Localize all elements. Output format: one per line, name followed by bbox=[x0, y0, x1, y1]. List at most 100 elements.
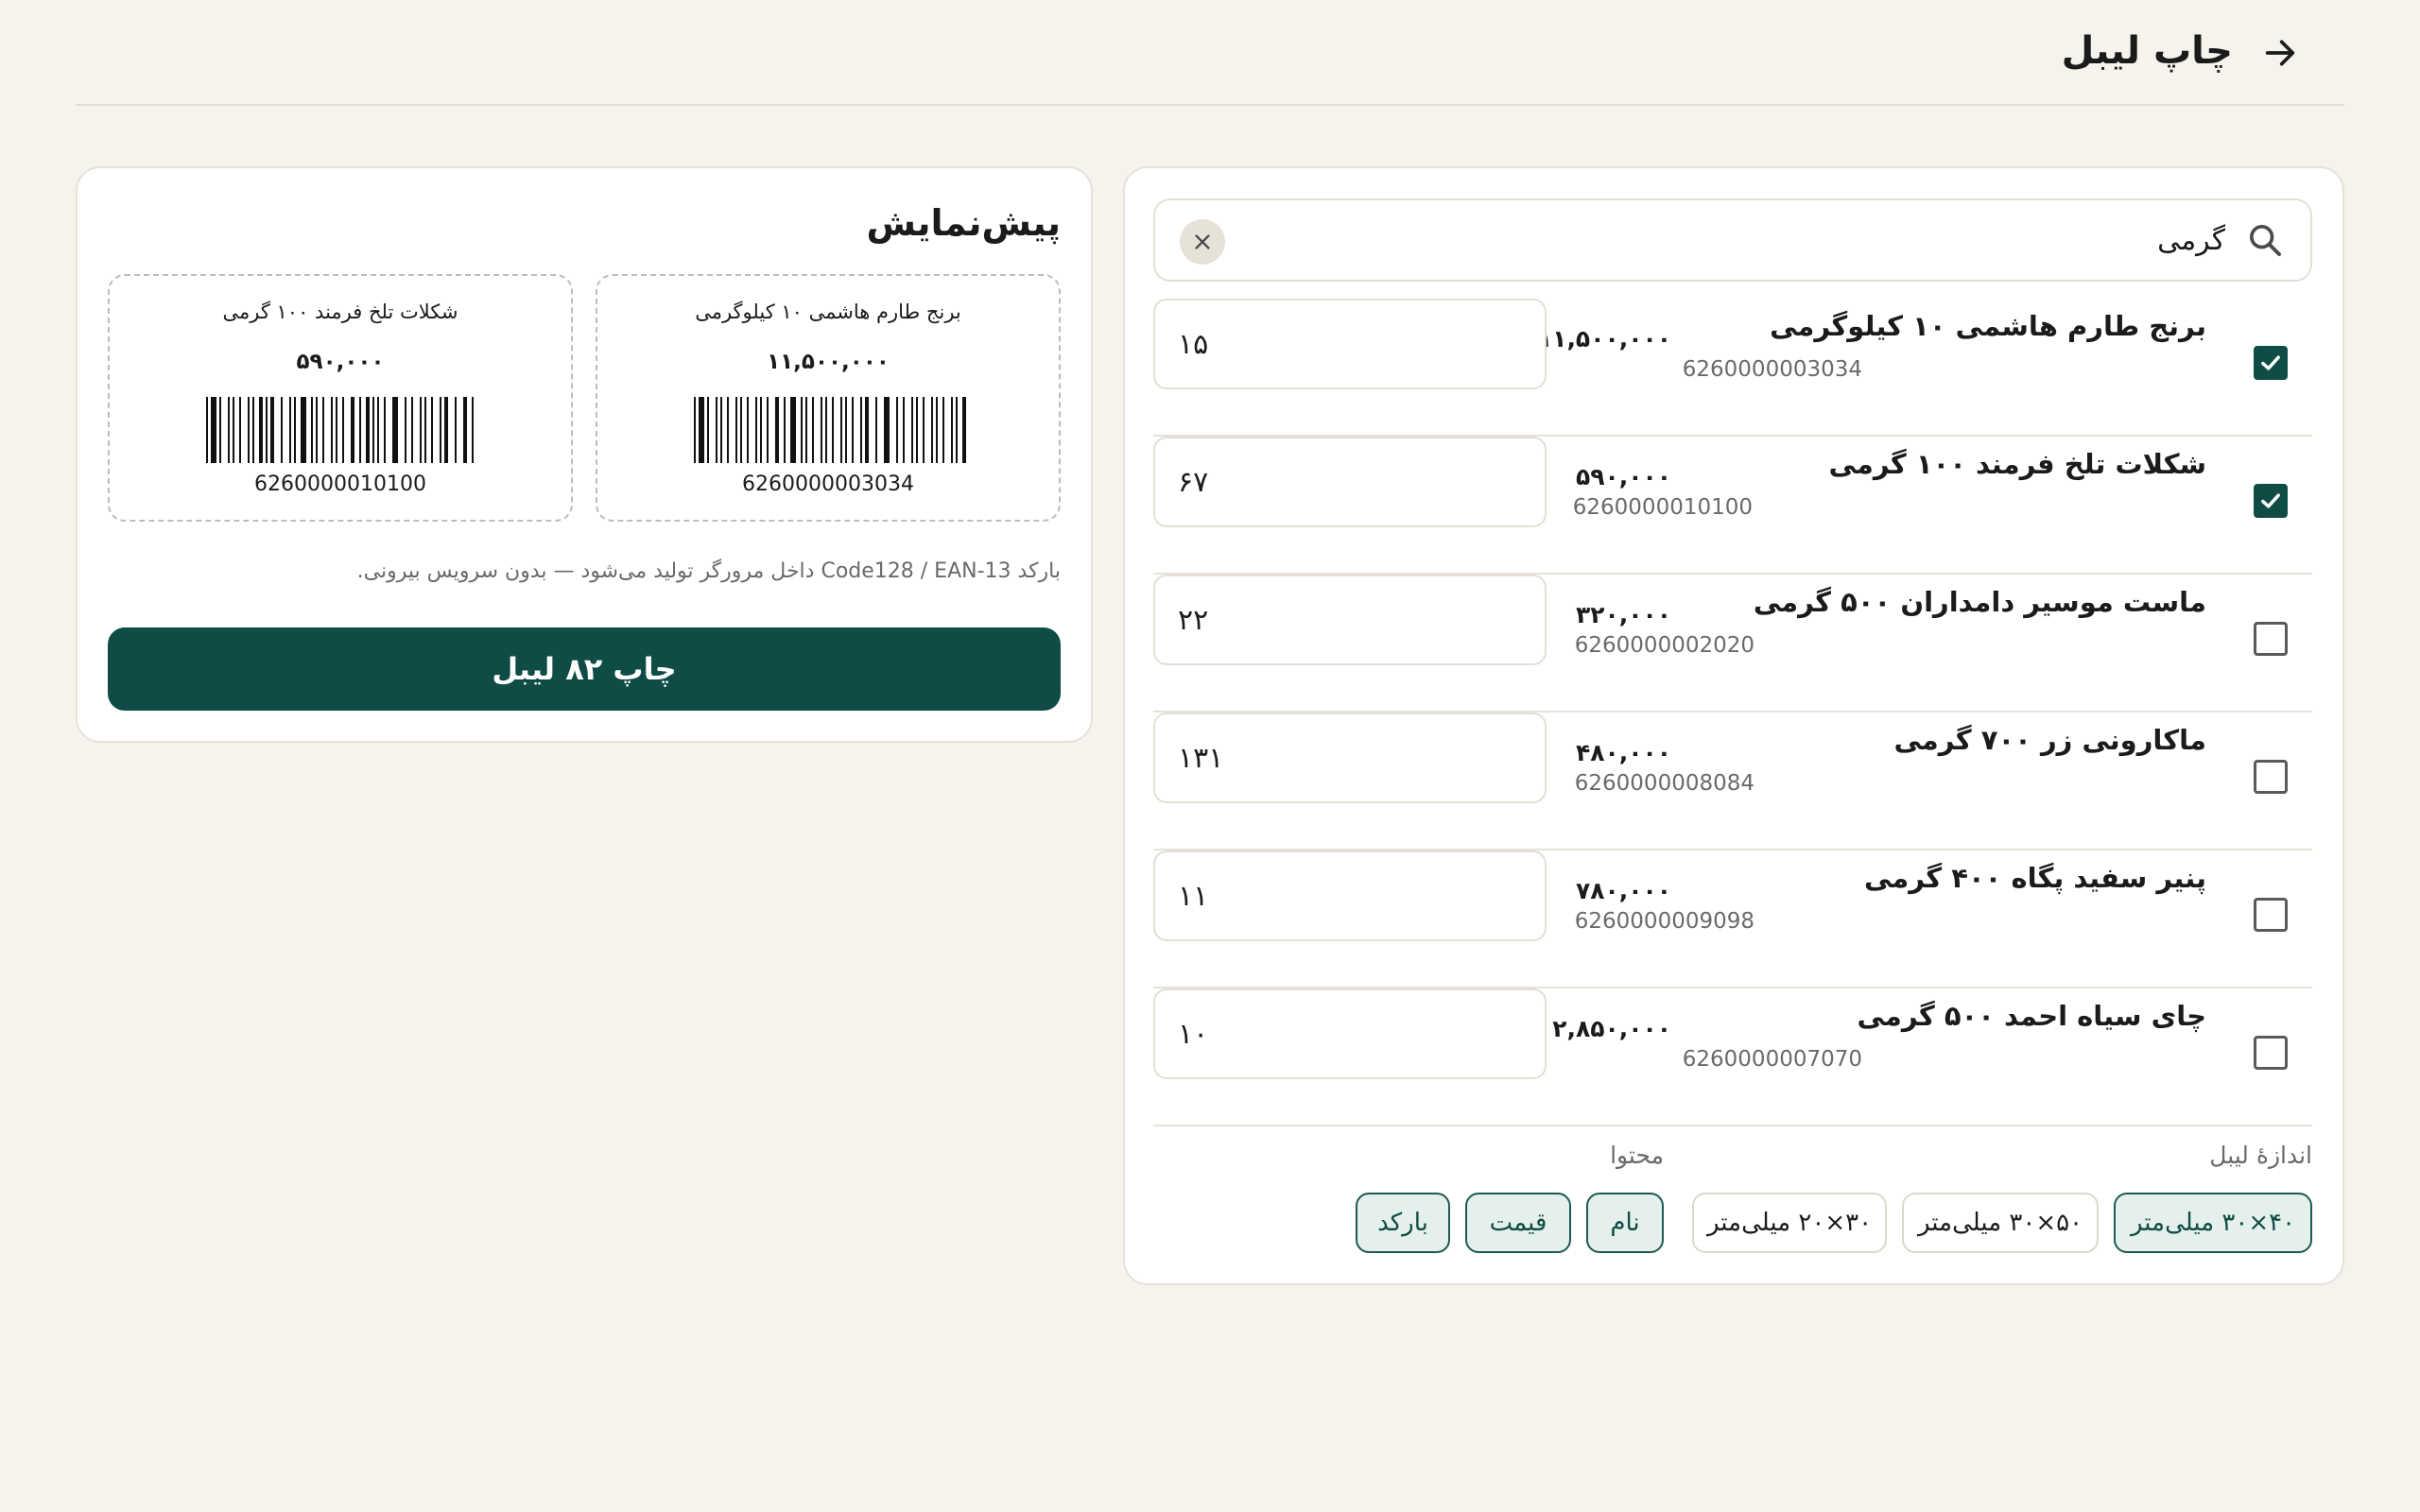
barcode-bar bbox=[896, 397, 898, 463]
barcode-bar bbox=[233, 397, 234, 463]
clear-search-button[interactable] bbox=[1180, 219, 1225, 265]
product-barcode: 6260000002020 bbox=[1574, 633, 1754, 658]
barcode-graphic bbox=[694, 397, 966, 463]
quantity-input[interactable]: ۱۰ bbox=[1153, 988, 1547, 1079]
barcode-bar bbox=[420, 397, 422, 463]
barcode-bar bbox=[342, 397, 344, 463]
product-checkbox[interactable] bbox=[2254, 1036, 2288, 1070]
size-option-30x20[interactable]: ۳۰×۲۰ میلی‌متر bbox=[1692, 1193, 1887, 1253]
barcode-bar bbox=[790, 397, 796, 463]
quantity-input[interactable]: ۱۳۱ bbox=[1153, 713, 1547, 803]
barcode-bar bbox=[840, 397, 842, 463]
barcode-bar bbox=[322, 397, 324, 463]
quantity-input[interactable]: ۶۷ bbox=[1153, 437, 1547, 527]
barcode-note: بارکد Code128 / EAN-13 داخل مرورگر تولید… bbox=[356, 559, 1061, 583]
barcode-bar bbox=[316, 397, 318, 463]
barcode-bar bbox=[463, 397, 467, 463]
product-barcode: 6260000009098 bbox=[1574, 909, 1754, 934]
label-size-heading: اندازهٔ لیبل bbox=[2209, 1142, 2312, 1169]
check-icon bbox=[2261, 493, 2280, 508]
quantity-input[interactable]: ۲۲ bbox=[1153, 575, 1547, 665]
label-product-name: برنج طارم هاشمی ۱۰ کیلوگرمی bbox=[695, 301, 961, 323]
print-labels-button[interactable]: چاپ ۸۲ لیبل bbox=[108, 627, 1061, 711]
barcode-bar bbox=[903, 397, 905, 463]
barcode-bar bbox=[228, 397, 230, 463]
barcode-bar bbox=[962, 397, 966, 463]
product-checkbox[interactable] bbox=[2254, 760, 2288, 794]
label-barcode-number: 6260000010100 bbox=[254, 472, 426, 496]
product-list: برنج طارم هاشمی ۱۰ کیلوگرمی 626000000303… bbox=[1153, 299, 2312, 1126]
product-barcode: 6260000003034 bbox=[1682, 357, 1862, 382]
products-panel: برنج طارم هاشمی ۱۰ کیلوگرمی 626000000303… bbox=[1123, 166, 2344, 1285]
barcode-bar bbox=[727, 397, 729, 463]
preview-panel: پیش‌نمایش برنج طارم هاشمی ۱۰ کیلوگرمی ۱۱… bbox=[76, 166, 1093, 743]
check-icon bbox=[2261, 355, 2280, 370]
barcode-bar bbox=[440, 397, 441, 463]
barcode-bar bbox=[936, 397, 938, 463]
page-title: چاپ لیبل bbox=[2061, 29, 2233, 73]
product-checkbox[interactable] bbox=[2254, 622, 2288, 656]
product-price: ۳۲۰,۰۰۰ bbox=[1575, 601, 1671, 628]
product-row: چای سیاه احمد ۵۰۰ گرمی 6260000007070 ۲,۸… bbox=[1153, 988, 2312, 1126]
barcode-bar bbox=[825, 397, 827, 463]
product-checkbox[interactable] bbox=[2254, 898, 2288, 932]
barcode-bar bbox=[359, 397, 361, 463]
product-row: برنج طارم هاشمی ۱۰ کیلوگرمی 626000000303… bbox=[1153, 299, 2312, 437]
search-box bbox=[1153, 198, 2312, 282]
barcode-bar bbox=[931, 397, 933, 463]
barcode-bar bbox=[455, 397, 457, 463]
back-button[interactable] bbox=[2254, 26, 2307, 79]
barcode-bar bbox=[707, 397, 709, 463]
product-name: ماست موسیر دامداران ۵۰۰ گرمی bbox=[1753, 586, 2206, 618]
barcode-bar bbox=[311, 397, 313, 463]
arrow-right-icon bbox=[2265, 40, 2295, 66]
quantity-input[interactable]: ۱۵ bbox=[1153, 299, 1547, 389]
content-option-barcode[interactable]: بارکد bbox=[1356, 1193, 1450, 1253]
content-option-name[interactable]: نام bbox=[1586, 1193, 1664, 1253]
barcode-bar bbox=[211, 397, 216, 463]
barcode-bar bbox=[351, 397, 354, 463]
barcode-bar bbox=[923, 397, 925, 463]
size-option-40x30[interactable]: ۴۰×۳۰ میلی‌متر bbox=[2114, 1193, 2312, 1253]
page-header: چاپ لیبل bbox=[76, 0, 2344, 106]
barcode-bar bbox=[472, 397, 474, 463]
product-price: ۴۸۰,۰۰۰ bbox=[1575, 739, 1671, 766]
product-checkbox[interactable] bbox=[2254, 346, 2288, 380]
barcode-bar bbox=[747, 397, 749, 463]
barcode-bar bbox=[336, 397, 337, 463]
barcode-bar bbox=[865, 397, 869, 463]
content-heading: محتوا bbox=[1610, 1142, 1664, 1169]
product-checkbox[interactable] bbox=[2254, 484, 2288, 518]
barcode-bar bbox=[384, 397, 386, 463]
label-price: ۵۹۰,۰۰۰ bbox=[296, 350, 385, 374]
barcode-bar bbox=[735, 397, 737, 463]
barcode-bar bbox=[252, 397, 254, 463]
barcode-bar bbox=[801, 397, 803, 463]
search-input[interactable] bbox=[1374, 214, 2225, 266]
barcode-bar bbox=[239, 397, 241, 463]
barcode-bar bbox=[301, 397, 306, 463]
barcode-bar bbox=[372, 397, 374, 463]
quantity-input[interactable]: ۱۱ bbox=[1153, 850, 1547, 941]
barcode-bar bbox=[377, 397, 379, 463]
barcode-bar bbox=[956, 397, 958, 463]
barcode-bar bbox=[716, 397, 717, 463]
product-barcode: 6260000008084 bbox=[1574, 771, 1754, 796]
content-option-price[interactable]: قیمت bbox=[1465, 1193, 1571, 1253]
size-option-50x30[interactable]: ۵۰×۳۰ میلی‌متر bbox=[1902, 1193, 2099, 1253]
barcode-bar bbox=[424, 397, 426, 463]
barcode-bar bbox=[767, 397, 769, 463]
product-barcode: 6260000010100 bbox=[1572, 495, 1753, 520]
preview-title: پیش‌نمایش bbox=[866, 202, 1062, 244]
barcode-bar bbox=[775, 397, 779, 463]
label-price: ۱۱,۵۰۰,۰۰۰ bbox=[767, 350, 890, 374]
product-price: ۵۹۰,۰۰۰ bbox=[1575, 463, 1671, 490]
barcode-bar bbox=[392, 397, 398, 463]
product-name: ماکارونی زر ۷۰۰ گرمی bbox=[1893, 724, 2206, 756]
barcode-bar bbox=[281, 397, 283, 463]
barcode-bar bbox=[405, 397, 406, 463]
barcode-bar bbox=[699, 397, 704, 463]
label-barcode-number: 6260000003034 bbox=[742, 472, 914, 496]
product-row: ماکارونی زر ۷۰۰ گرمی 6260000008084 ۴۸۰,۰… bbox=[1153, 713, 2312, 850]
product-name: برنج طارم هاشمی ۱۰ کیلوگرمی bbox=[1770, 310, 2206, 342]
